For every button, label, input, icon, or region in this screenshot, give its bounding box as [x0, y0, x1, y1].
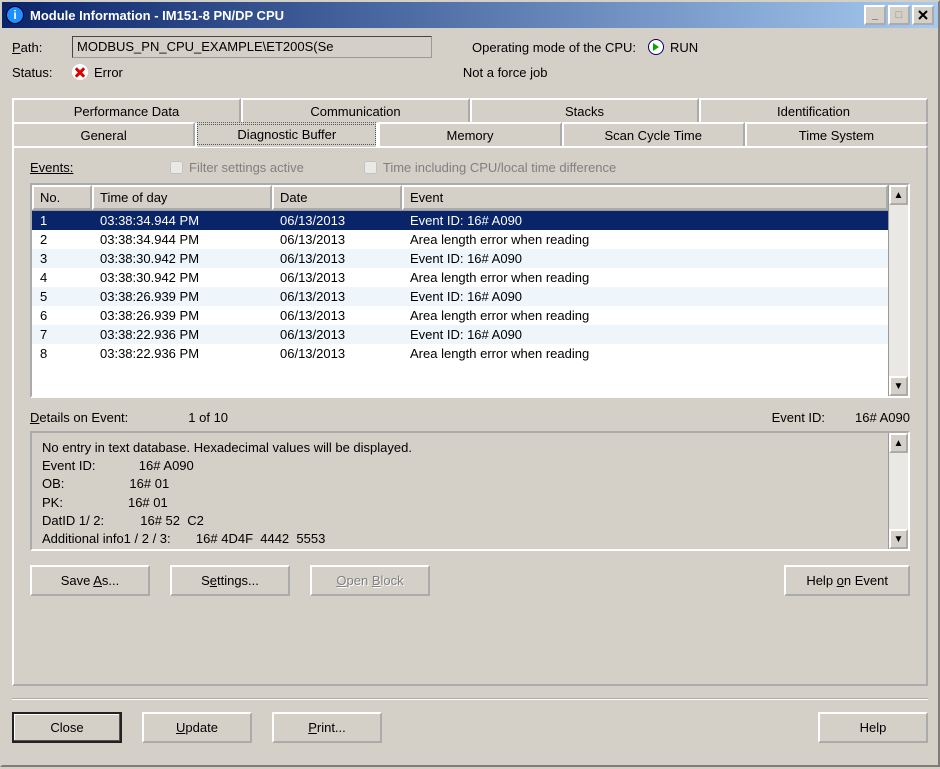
table-row[interactable]: 603:38:26.939 PM06/13/2013Area length er…: [32, 306, 888, 325]
force-job-text: Not a force job: [463, 65, 548, 80]
table-row[interactable]: 703:38:22.936 PM06/13/2013Event ID: 16# …: [32, 325, 888, 344]
run-icon: [648, 39, 664, 55]
tab-stacks[interactable]: Stacks: [470, 98, 699, 123]
save-as-button[interactable]: Save As...: [30, 565, 150, 596]
tab-time-system[interactable]: Time System: [745, 122, 928, 147]
close-window-button[interactable]: [912, 5, 934, 25]
error-icon: [72, 64, 88, 80]
scroll-up-icon[interactable]: ▲: [889, 185, 908, 205]
app-icon: i: [6, 6, 24, 24]
scroll-down-icon[interactable]: ▼: [889, 376, 908, 396]
update-button[interactable]: Update: [142, 712, 252, 743]
scroll-down-icon[interactable]: ▼: [889, 529, 908, 549]
events-table: No. Time of day Date Event 103:38:34.944…: [30, 183, 910, 398]
minimize-button[interactable]: _: [864, 5, 886, 25]
tab-performance-data[interactable]: Performance Data: [12, 98, 241, 123]
event-id-label: Event ID:: [772, 410, 825, 425]
tab-general[interactable]: General: [12, 122, 195, 147]
col-date[interactable]: Date: [272, 185, 402, 210]
status-label: Status:: [12, 65, 72, 80]
close-button[interactable]: Close: [12, 712, 122, 743]
details-scrollbar[interactable]: ▲ ▼: [888, 433, 908, 549]
open-block-button: Open Block: [310, 565, 430, 596]
events-label: Events:: [30, 160, 170, 175]
path-field[interactable]: MODBUS_PN_CPU_EXAMPLE\ET200S(Se: [72, 36, 432, 58]
tab-scan-cycle-time[interactable]: Scan Cycle Time: [562, 122, 745, 147]
print-button[interactable]: Print...: [272, 712, 382, 743]
col-event[interactable]: Event: [402, 185, 888, 210]
help-button[interactable]: Help: [818, 712, 928, 743]
path-label: Path:: [12, 40, 72, 55]
col-time[interactable]: Time of day: [92, 185, 272, 210]
op-mode-value: RUN: [670, 40, 698, 55]
tab-diagnostic-buffer[interactable]: Diagnostic Buffer: [195, 122, 378, 147]
titlebar: i Module Information - IM151-8 PN/DP CPU…: [0, 0, 940, 28]
tab-memory[interactable]: Memory: [378, 122, 561, 147]
details-text: No entry in text database. Hexadecimal v…: [32, 433, 888, 549]
table-row[interactable]: 403:38:30.942 PM06/13/2013Area length er…: [32, 268, 888, 287]
scroll-up-icon[interactable]: ▲: [889, 433, 908, 453]
maximize-button[interactable]: □: [888, 5, 910, 25]
tab-communication[interactable]: Communication: [241, 98, 470, 123]
col-no[interactable]: No.: [32, 185, 92, 210]
details-count: 1 of 10: [188, 410, 228, 425]
table-row[interactable]: 803:38:22.936 PM06/13/2013Area length er…: [32, 344, 888, 363]
filter-settings-checkbox: Filter settings active: [170, 160, 304, 175]
tab-identification[interactable]: Identification: [699, 98, 928, 123]
status-value: Error: [94, 65, 123, 80]
table-scrollbar[interactable]: ▲ ▼: [888, 185, 908, 396]
op-mode-label: Operating mode of the CPU:: [472, 40, 636, 55]
details-on-event-label: Details on Event:: [30, 410, 128, 425]
window-title: Module Information - IM151-8 PN/DP CPU: [30, 8, 862, 23]
help-on-event-button[interactable]: Help on Event: [784, 565, 910, 596]
event-id-value: 16# A090: [855, 410, 910, 425]
tab-panel: Events: Filter settings active Time incl…: [12, 146, 928, 686]
table-row[interactable]: 103:38:34.944 PM06/13/2013Event ID: 16# …: [32, 211, 888, 230]
table-row[interactable]: 303:38:30.942 PM06/13/2013Event ID: 16# …: [32, 249, 888, 268]
table-row[interactable]: 503:38:26.939 PM06/13/2013Event ID: 16# …: [32, 287, 888, 306]
table-row[interactable]: 203:38:34.944 PM06/13/2013Area length er…: [32, 230, 888, 249]
settings-button[interactable]: Settings...: [170, 565, 290, 596]
details-box: No entry in text database. Hexadecimal v…: [30, 431, 910, 551]
time-diff-checkbox: Time including CPU/local time difference: [364, 160, 616, 175]
